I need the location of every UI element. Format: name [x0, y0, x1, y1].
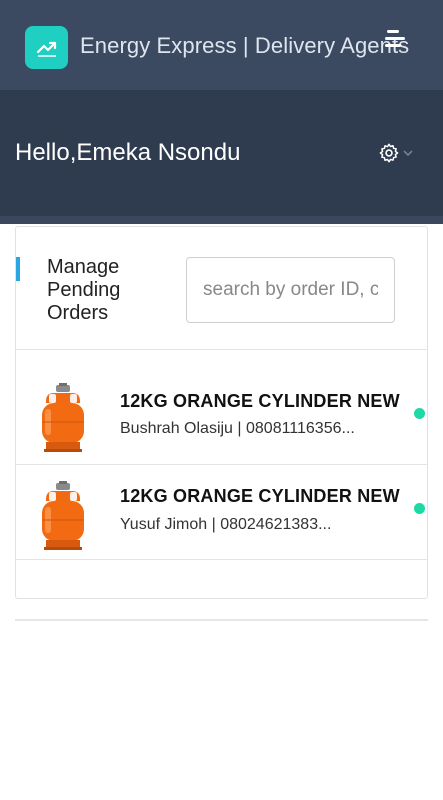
trending-up-icon	[36, 41, 56, 57]
gear-icon	[379, 143, 399, 163]
app-logo[interactable]	[25, 26, 68, 69]
product-name: 12KG ORANGE CYLINDER NEW	[120, 486, 400, 506]
panel-title: Manage Pending Orders	[47, 256, 121, 324]
chevron-down-icon	[403, 150, 413, 157]
settings-button[interactable]	[378, 140, 416, 166]
menu-icon	[385, 30, 405, 47]
customer-info: Bushrah Olasiju | 08081116356...	[120, 420, 355, 437]
order-search-input[interactable]	[186, 257, 395, 323]
gas-cylinder-image	[26, 479, 100, 553]
status-indicator	[414, 408, 425, 419]
divider	[15, 619, 428, 621]
banner-divider	[0, 216, 443, 224]
status-indicator	[414, 503, 425, 514]
greeting-text: Hello,Emeka Nsondu	[15, 139, 241, 166]
orders-list: 12KG ORANGE CYLINDER NEW Bushrah Olasiju…	[16, 349, 427, 560]
title-accent-bar	[16, 257, 20, 281]
app-header: Energy Express | Delivery Agents	[0, 0, 443, 90]
order-item[interactable]: 12KG ORANGE CYLINDER NEW Bushrah Olasiju…	[16, 349, 427, 464]
gas-cylinder-image	[26, 381, 100, 455]
pending-orders-card: Manage Pending Orders 12KG ORANGE CYLIND…	[15, 226, 428, 599]
menu-button[interactable]	[383, 28, 409, 50]
product-name: 12KG ORANGE CYLINDER NEW	[120, 391, 400, 411]
app-title: Energy Express | Delivery Agents	[80, 33, 410, 58]
customer-info: Yusuf Jimoh | 08024621383...	[120, 516, 332, 533]
order-item[interactable]: 12KG ORANGE CYLINDER NEW Yusuf Jimoh | 0…	[16, 464, 427, 560]
